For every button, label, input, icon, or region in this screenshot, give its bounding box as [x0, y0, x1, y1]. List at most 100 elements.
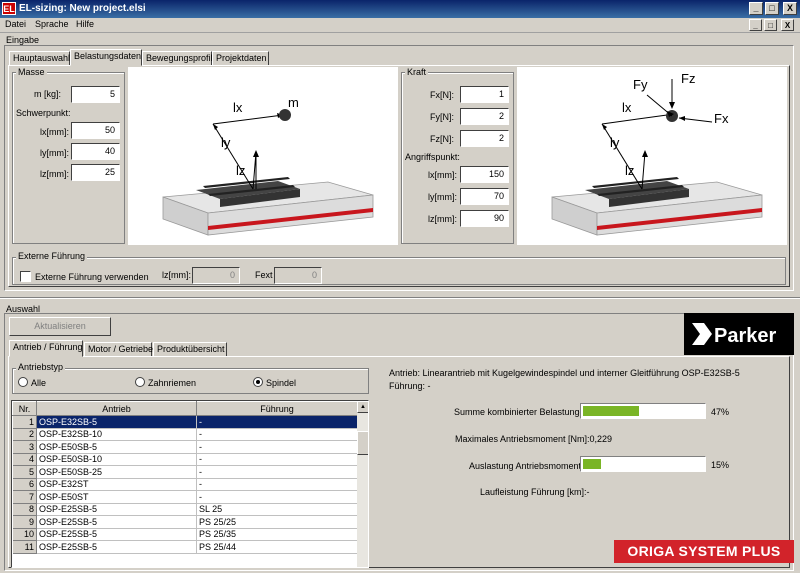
tab-produktuebersicht[interactable]: Produktübersicht — [153, 342, 227, 357]
fz-input[interactable]: 2 — [460, 130, 509, 147]
minimize-button[interactable]: _ — [749, 2, 763, 15]
table-row[interactable]: 1 OSP-E32SB-5- — [12, 415, 358, 429]
cell-fuehrung: - — [196, 490, 358, 504]
summe-progress-bar — [580, 403, 706, 419]
table-row[interactable]: 8 OSP-E25SB-5 SL 25 — [12, 503, 358, 516]
diagram-right-fy-label: Fy — [633, 77, 648, 92]
kraft-lz-input[interactable]: 90 — [460, 210, 509, 227]
kraft-lx-input[interactable]: 150 — [460, 166, 509, 183]
maximize-button[interactable]: □ — [765, 2, 779, 15]
menu-datei[interactable]: Datei — [5, 19, 26, 29]
menu-bar: Datei Sprache Hilfe _ □ X — [0, 18, 800, 33]
table-row[interactable]: 11 OSP-E25SB-5 PS 25/44 — [12, 540, 358, 554]
table-row[interactable]: 2 OSP-E32SB-10- — [12, 428, 358, 441]
laufleistung-label: Laufleistung Führung [km]:- — [480, 487, 590, 497]
aktualisieren-button[interactable]: Aktualisieren — [9, 317, 111, 336]
doc-maximize-button[interactable]: □ — [764, 19, 777, 31]
menu-hilfe[interactable]: Hilfe — [76, 19, 94, 29]
angriffspunkt-label: Angriffspunkt: — [405, 152, 460, 162]
antrieb-table: Nr. Antrieb Führung 1 OSP-E32SB-5-2 OSP-E3… — [12, 401, 358, 554]
splitter[interactable] — [0, 297, 800, 299]
fx-label: Fx[N]: — [430, 90, 454, 100]
table-row[interactable]: 10 OSP-E25SB-5 PS 25/35 — [12, 528, 358, 541]
masse-lx-label: lx[mm]: — [40, 127, 69, 137]
masse-group-title: Masse — [16, 67, 47, 77]
antrieb-description: Antrieb: Linearantrieb mit Kugelgewindes… — [389, 368, 740, 378]
cell-antrieb: OSP-E25SB-5 — [36, 515, 197, 529]
scroll-thumb[interactable] — [357, 431, 368, 455]
summe-progress-fill — [583, 406, 640, 416]
externe-lz-input[interactable]: 0 — [192, 267, 240, 284]
diagram-left-lx-label: lx — [233, 100, 243, 115]
cell-antrieb: OSP-E25SB-5 — [36, 503, 197, 516]
table-row[interactable]: 7 OSP-E50ST - — [12, 490, 358, 504]
menu-sprache[interactable]: Sprache — [35, 19, 69, 29]
tab-projektdaten[interactable]: Projektdaten — [212, 51, 269, 66]
diagram-right-fx-label: Fx — [714, 111, 729, 126]
column-header-nr[interactable]: Nr. — [12, 401, 37, 416]
m-input[interactable]: 5 — [71, 86, 120, 103]
cell-antrieb: OSP-E32ST — [36, 478, 197, 491]
diagram-right-lz-label: lz — [625, 163, 634, 178]
fext-label: Fext — [255, 270, 273, 280]
origa-system-plus-banner: ORIGA SYSTEM PLUS — [614, 540, 794, 563]
masse-lz-input[interactable]: 25 — [71, 164, 120, 181]
table-scrollbar[interactable]: ▲ — [357, 401, 368, 567]
antriebstyp-title: Antriebstyp — [16, 362, 66, 372]
fy-input[interactable]: 2 — [460, 108, 509, 125]
cell-fuehrung: - — [196, 465, 358, 479]
close-button[interactable]: X — [783, 2, 797, 15]
doc-close-button[interactable]: X — [781, 19, 794, 31]
cell-antrieb: OSP-E50ST — [36, 490, 197, 504]
table-row[interactable]: 6 OSP-E32ST - — [12, 478, 358, 491]
cell-nr: 2 — [12, 428, 37, 441]
externe-fuehrung-checkbox[interactable] — [20, 271, 31, 282]
tab-belastungsdaten[interactable]: Belastungsdaten — [70, 49, 142, 66]
cell-fuehrung: - — [196, 453, 358, 466]
kraft-ly-input[interactable]: 70 — [460, 188, 509, 205]
auslastung-progress-bar — [580, 456, 706, 472]
summe-percent: 47% — [711, 407, 730, 417]
kraft-lz-label: lz[mm]: — [428, 214, 457, 224]
cell-nr: 7 — [12, 490, 37, 504]
tab-hauptauswahl[interactable]: Hauptauswahl — [9, 51, 70, 66]
tab-antrieb-fuehrung[interactable]: Antrieb / Führung — [9, 340, 83, 357]
radio-spindel-label: Spindel — [266, 378, 297, 388]
tab-bewegungsprofil[interactable]: Bewegungsprofil — [142, 51, 213, 66]
externe-lz-label: lz[mm]: — [162, 270, 191, 280]
masse-ly-input[interactable]: 40 — [71, 143, 120, 160]
cell-fuehrung: SL 25 — [196, 503, 358, 516]
radio-spindel[interactable] — [253, 377, 263, 387]
cell-nr: 1 — [12, 415, 37, 429]
m-label: m [kg]: — [34, 89, 62, 99]
cell-nr: 5 — [12, 465, 37, 479]
tab-motor-getriebe[interactable]: Motor / Getriebe — [84, 342, 153, 357]
cell-nr: 8 — [12, 503, 37, 516]
table-row[interactable]: 5 OSP-E50SB-25- — [12, 465, 358, 479]
doc-minimize-button[interactable]: _ — [749, 19, 762, 31]
force-load-diagram: lx ly lz Fy Fz Fx — [517, 67, 787, 245]
parker-logo: Parker — [684, 313, 794, 355]
fy-label: Fy[N]: — [430, 112, 454, 122]
auslastung-label: Auslastung Antriebsmoment: — [469, 461, 584, 471]
column-header-fuehrung[interactable]: Führung — [196, 401, 358, 416]
table-row[interactable]: 9 OSP-E25SB-5 PS 25/25 — [12, 515, 358, 529]
fx-input[interactable]: 1 — [460, 86, 509, 103]
kraft-lx-label: lx[mm]: — [428, 170, 457, 180]
cell-antrieb: OSP-E50SB-5 — [36, 440, 197, 454]
table-row[interactable]: 4 OSP-E50SB-10- — [12, 453, 358, 466]
masse-lx-input[interactable]: 50 — [71, 122, 120, 139]
table-row[interactable]: 3 OSP-E50SB-5- — [12, 440, 358, 454]
fext-input[interactable]: 0 — [274, 267, 322, 284]
schwerpunkt-label: Schwerpunkt: — [16, 108, 71, 118]
scroll-up-button[interactable]: ▲ — [357, 401, 368, 413]
radio-alle[interactable] — [18, 377, 28, 387]
masse-ly-label: ly[mm]: — [40, 148, 69, 158]
fz-label: Fz[N]: — [430, 134, 454, 144]
radio-zahnriemen[interactable] — [135, 377, 145, 387]
parker-logo-mark: Parker — [692, 323, 776, 347]
cell-nr: 6 — [12, 478, 37, 491]
linear-drive-force-illustration: lx ly lz Fy Fz Fx — [551, 71, 763, 236]
column-header-antrieb[interactable]: Antrieb — [36, 401, 197, 416]
app-icon: EL — [2, 2, 16, 15]
